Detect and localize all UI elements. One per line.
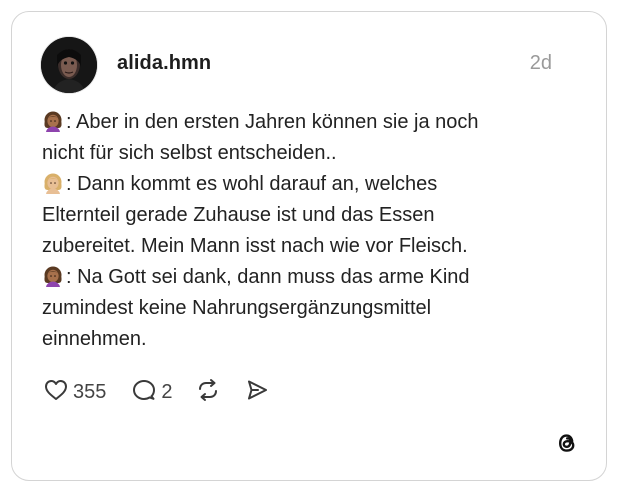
like-count: 355	[73, 380, 107, 403]
woman-blonde-hair-emoji-icon	[42, 172, 64, 194]
repost-button[interactable]	[195, 377, 221, 408]
post-timestamp: 2d	[529, 52, 552, 74]
woman-brown-hair-emoji-icon	[42, 110, 64, 132]
share-button[interactable]	[244, 377, 270, 408]
post-line-text: : Dann kommt es wohl darauf an, welches	[66, 173, 438, 195]
post-line-text: zumindest keine Nahrungsergänzungsmittel	[42, 297, 432, 319]
post-line: zumindest keine Nahrungsergänzungsmittel	[42, 293, 562, 324]
reply-count: 2	[161, 380, 173, 403]
repost-icon	[195, 377, 221, 408]
threads-logo-icon[interactable]	[554, 430, 580, 456]
heart-icon	[43, 377, 69, 408]
post-line: einnehmen.	[42, 324, 562, 355]
woman-brown-hair-emoji-icon	[42, 265, 64, 287]
post-line-text: einnehmen.	[42, 328, 147, 350]
post-line: : Aber in den ersten Jahren können sie j…	[42, 107, 562, 138]
post-card: alida.hmn 2d : Aber in den ersten Jahren…	[11, 11, 607, 481]
username[interactable]: alida.hmn	[117, 52, 211, 75]
post-body: : Aber in den ersten Jahren können sie j…	[42, 107, 562, 355]
post-line: nicht für sich selbst entscheiden..	[42, 138, 562, 169]
avatar[interactable]	[41, 37, 97, 93]
post-line-text: Elternteil gerade Zuhause ist und das Es…	[42, 204, 435, 226]
post-actions: 355 2	[43, 378, 270, 406]
post-line-text: : Aber in den ersten Jahren können sie j…	[66, 111, 479, 133]
post-line: : Na Gott sei dank, dann muss das arme K…	[42, 262, 562, 293]
like-button[interactable]: 355	[43, 377, 106, 408]
reply-button[interactable]: 2	[131, 377, 173, 408]
post-line: zubereitet. Mein Mann isst nach wie vor …	[42, 231, 562, 262]
post-line-text: nicht für sich selbst entscheiden..	[42, 142, 337, 164]
send-icon	[244, 377, 270, 408]
post-line: : Dann kommt es wohl darauf an, welches	[42, 169, 562, 200]
post-line-text: zubereitet. Mein Mann isst nach wie vor …	[42, 235, 468, 257]
reply-bubble-icon	[131, 377, 157, 408]
post-line-text: : Na Gott sei dank, dann muss das arme K…	[66, 266, 470, 288]
post-line: Elternteil gerade Zuhause ist und das Es…	[42, 200, 562, 231]
